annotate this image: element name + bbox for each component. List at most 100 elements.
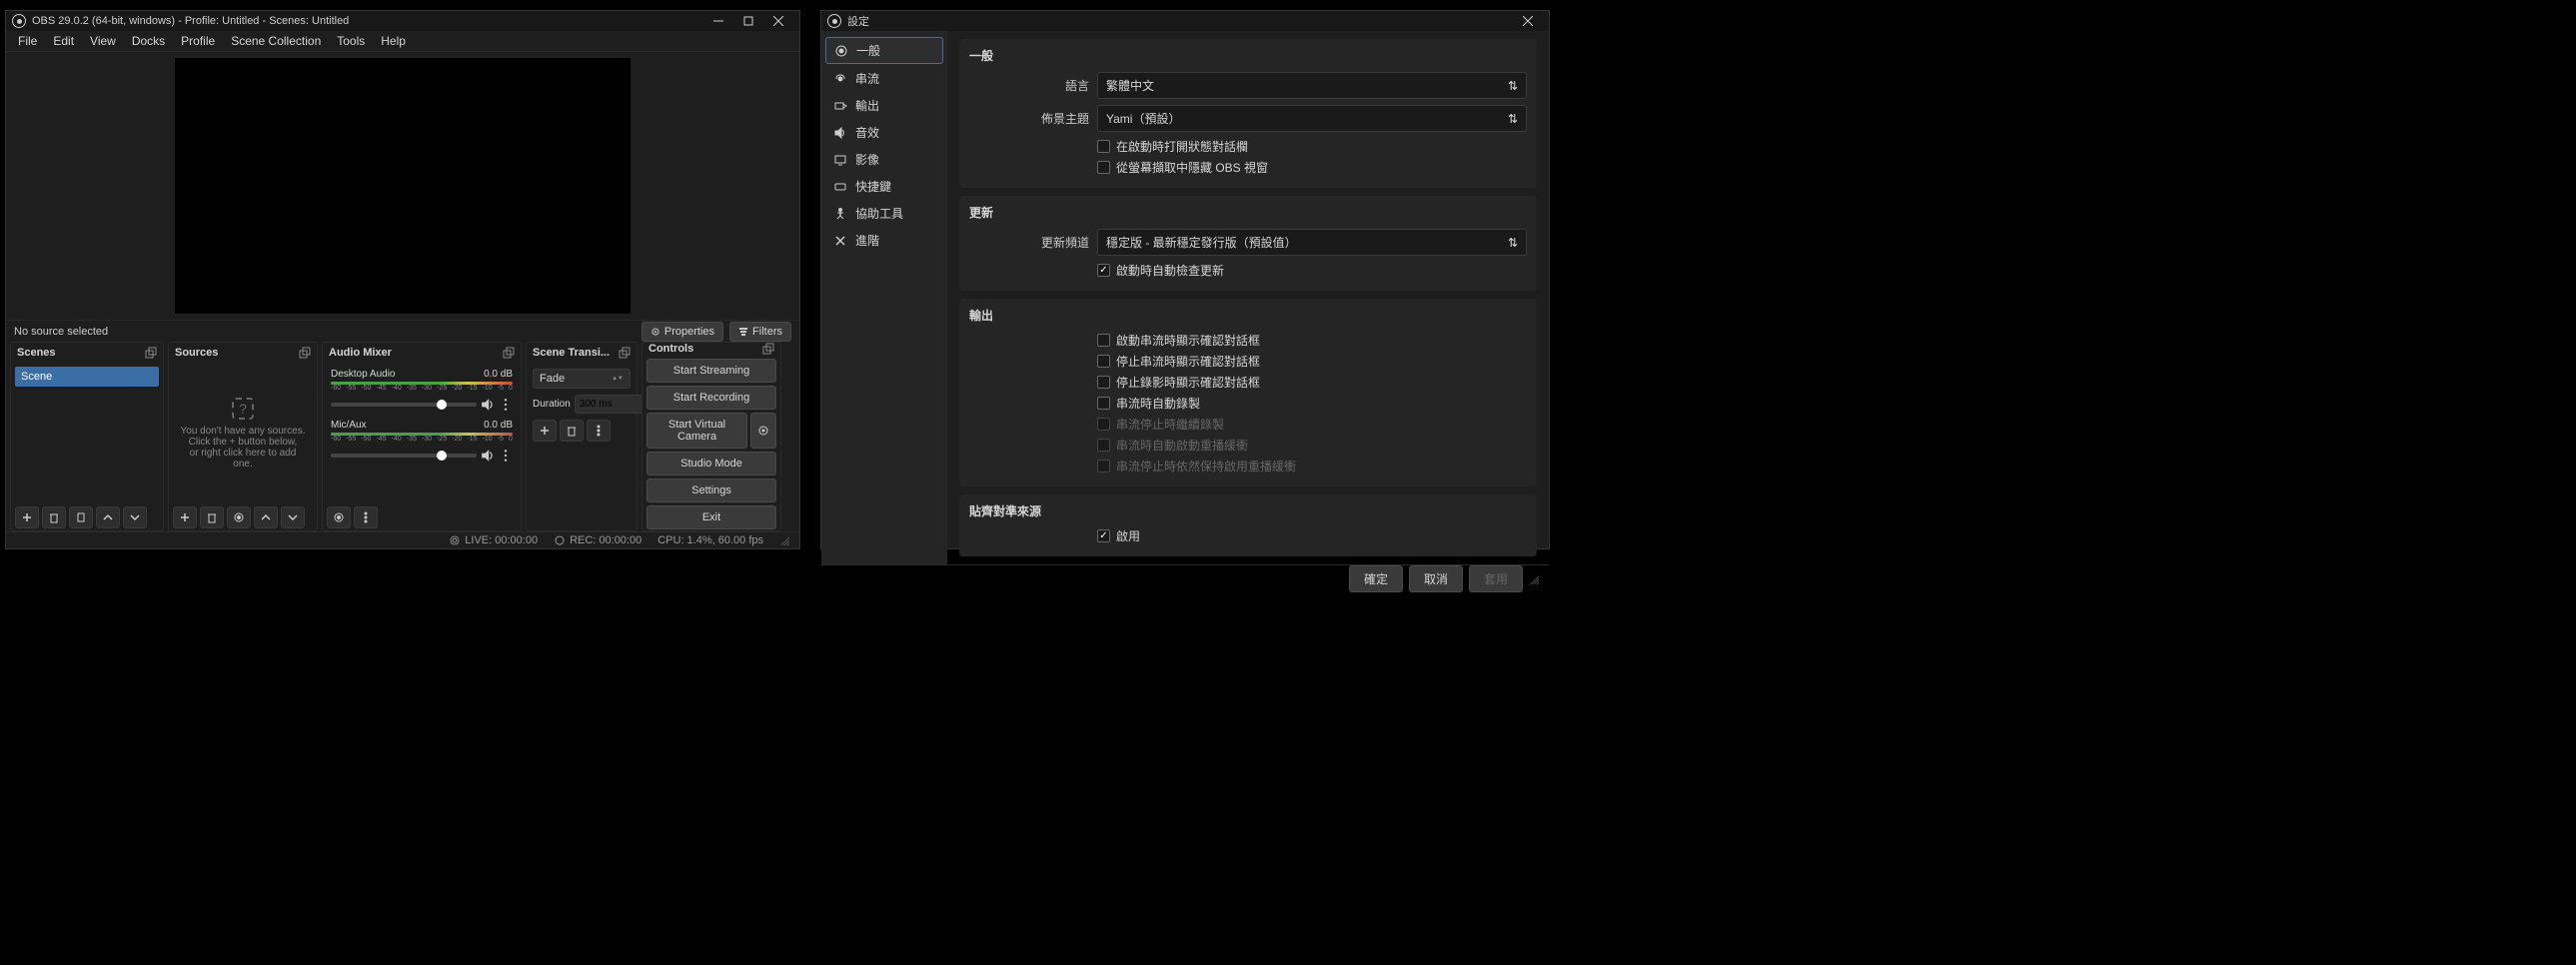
main-titlebar[interactable]: OBS 29.0.2 (64-bit, windows) - Profile: … [6,11,799,31]
add-scene-button[interactable] [15,506,39,528]
checkbox-hide-tray[interactable] [1097,161,1110,174]
sidebar-item-advanced[interactable]: 進階 [825,228,943,253]
settings-content[interactable]: 一般 語言繁體中文⇅ 佈景主題Yami（預設）⇅ 在啟動時打開狀態對話欄 從螢幕… [947,31,1549,564]
obs-logo-icon [12,14,26,28]
sidebar-item-video[interactable]: 影像 [825,147,943,172]
scene-up-button[interactable] [96,506,120,528]
transition-select[interactable]: Fade▲▼ [533,369,631,389]
menu-edit[interactable]: Edit [45,31,82,51]
checkbox-keep-replay [1097,460,1110,473]
start-streaming-button[interactable]: Start Streaming [646,359,776,383]
menu-scene-collection[interactable]: Scene Collection [223,31,329,51]
popout-icon[interactable] [619,347,631,359]
menu-help[interactable]: Help [373,31,414,51]
speaker-icon [833,126,847,140]
gear-icon [834,44,848,58]
monitor-icon [833,153,847,167]
remove-scene-button[interactable] [42,506,66,528]
menu-docks[interactable]: Docks [124,31,173,51]
sidebar-item-stream[interactable]: 串流 [825,66,943,91]
spinner-icon: ⇅ [1508,236,1518,250]
source-properties-button[interactable] [227,506,251,528]
checkbox-stop-record-confirm[interactable] [1097,376,1110,389]
mixer-channel-desktop: Desktop Audio0.0 dB -60-55-50-45-40-35-3… [325,365,519,416]
popout-icon[interactable] [299,347,311,359]
dots-vertical-icon [593,425,605,437]
start-recording-button[interactable]: Start Recording [646,386,776,410]
cancel-button[interactable]: 取消 [1409,565,1463,592]
popout-icon[interactable] [762,343,774,355]
volume-slider[interactable] [331,403,477,407]
maximize-button[interactable] [733,11,763,31]
scene-filter-button[interactable] [69,506,93,528]
source-down-button[interactable] [281,506,305,528]
exit-button[interactable]: Exit [646,505,776,529]
mixer-menu-button[interactable] [354,506,378,528]
vcam-settings-button[interactable] [750,413,776,449]
checkbox-auto-check-update[interactable] [1097,264,1110,277]
checkbox-auto-record[interactable] [1097,397,1110,410]
menu-profile[interactable]: Profile [173,31,223,51]
sidebar-item-output[interactable]: 輸出 [825,93,943,118]
close-button[interactable] [763,11,793,31]
spinner-icon: ⇅ [1508,79,1518,93]
language-select[interactable]: 繁體中文⇅ [1097,72,1527,99]
checkbox-auto-replay [1097,439,1110,452]
properties-button[interactable]: Properties [642,322,723,342]
mixer-advanced-button[interactable] [327,506,351,528]
dots-vertical-icon [75,511,87,523]
transition-properties-button[interactable] [587,420,611,442]
ok-button[interactable]: 確定 [1349,565,1403,592]
start-vcam-button[interactable]: Start Virtual Camera [646,413,747,449]
dots-vertical-icon[interactable] [499,398,513,412]
resize-grip-icon[interactable] [779,535,789,545]
checkbox-start-stream-confirm[interactable] [1097,334,1110,347]
close-button[interactable] [1513,11,1543,31]
popout-icon[interactable] [145,347,157,359]
popout-icon[interactable] [503,347,515,359]
sidebar-item-hotkeys[interactable]: 快捷鍵 [825,174,943,199]
source-up-button[interactable] [254,506,278,528]
status-cpu: CPU: 1.4%, 60.00 fps [657,534,763,546]
speaker-icon[interactable] [481,449,495,463]
duration-label: Duration [533,399,571,410]
dots-vertical-icon[interactable] [499,449,513,463]
add-transition-button[interactable] [533,420,557,442]
scenes-title: Scenes [17,347,56,359]
broadcast-icon [449,534,461,546]
scene-item[interactable]: Scene [15,367,159,387]
settings-title: 設定 [847,13,869,29]
main-menubar: File Edit View Docks Profile Scene Colle… [6,31,799,52]
settings-button[interactable]: Settings [646,479,776,502]
settings-footer: 確定 取消 套用 [821,564,1549,592]
spinner-icon: ⇅ [1508,112,1518,126]
chevron-down-icon [129,511,141,523]
gear-icon [233,511,245,523]
status-live: LIVE: 00:00:00 [449,534,538,546]
sidebar-item-audio[interactable]: 音效 [825,120,943,145]
minimize-button[interactable] [703,11,733,31]
menu-file[interactable]: File [10,31,45,51]
preview-area [6,52,799,320]
remove-source-button[interactable] [200,506,224,528]
filters-button[interactable]: Filters [729,322,791,342]
menu-tools[interactable]: Tools [329,31,373,51]
studio-mode-button[interactable]: Studio Mode [646,452,776,476]
settings-titlebar[interactable]: 設定 [821,11,1549,31]
checkbox-stop-stream-confirm[interactable] [1097,355,1110,368]
checkbox-snap-enable[interactable] [1097,529,1110,542]
menu-view[interactable]: View [82,31,124,51]
theme-select[interactable]: Yami（預設）⇅ [1097,105,1527,132]
speaker-icon[interactable] [481,398,495,412]
update-channel-select[interactable]: 穩定版 - 最新穩定發行版（預設值）⇅ [1097,229,1527,256]
remove-transition-button[interactable] [560,420,584,442]
apply-button[interactable]: 套用 [1469,565,1523,592]
sidebar-item-accessibility[interactable]: 協助工具 [825,201,943,226]
sidebar-item-general[interactable]: 一般 [825,37,943,64]
add-source-button[interactable] [173,506,197,528]
resize-grip-icon[interactable] [1529,574,1539,584]
checkbox-open-stats[interactable] [1097,140,1110,153]
preview-canvas[interactable] [175,58,631,314]
volume-slider[interactable] [331,454,477,458]
scene-down-button[interactable] [123,506,147,528]
